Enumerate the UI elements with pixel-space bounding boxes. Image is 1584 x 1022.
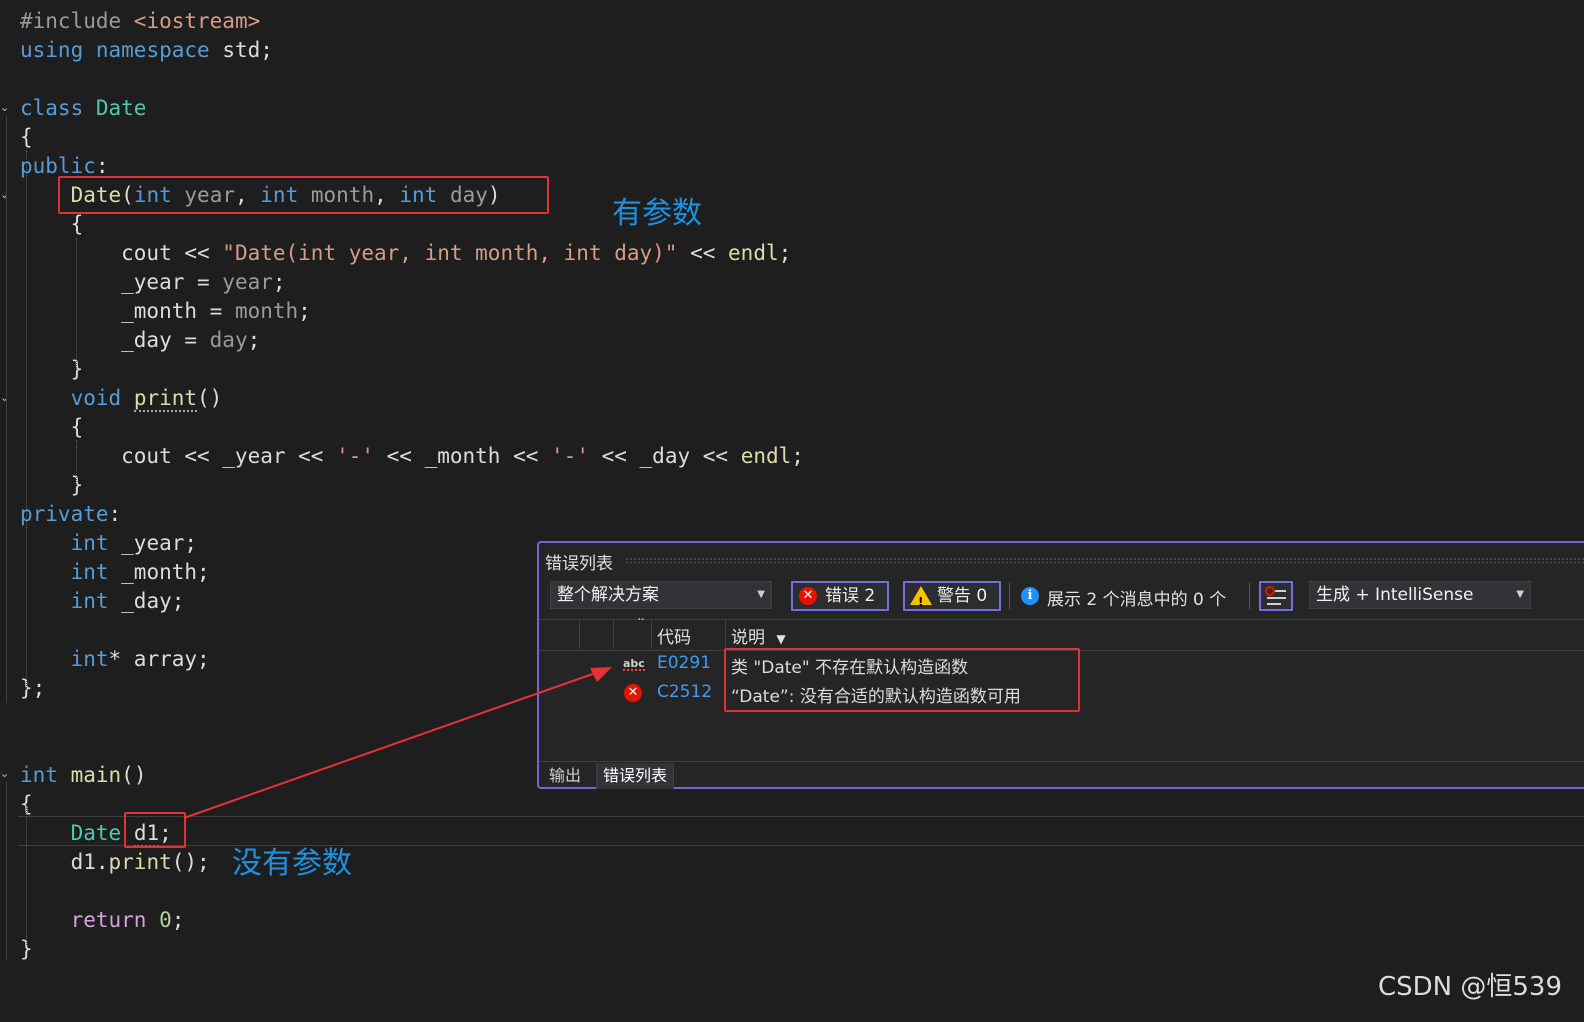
annotation-arrow (183, 667, 612, 819)
watermark: CSDN @恒539 (1377, 972, 1562, 1002)
